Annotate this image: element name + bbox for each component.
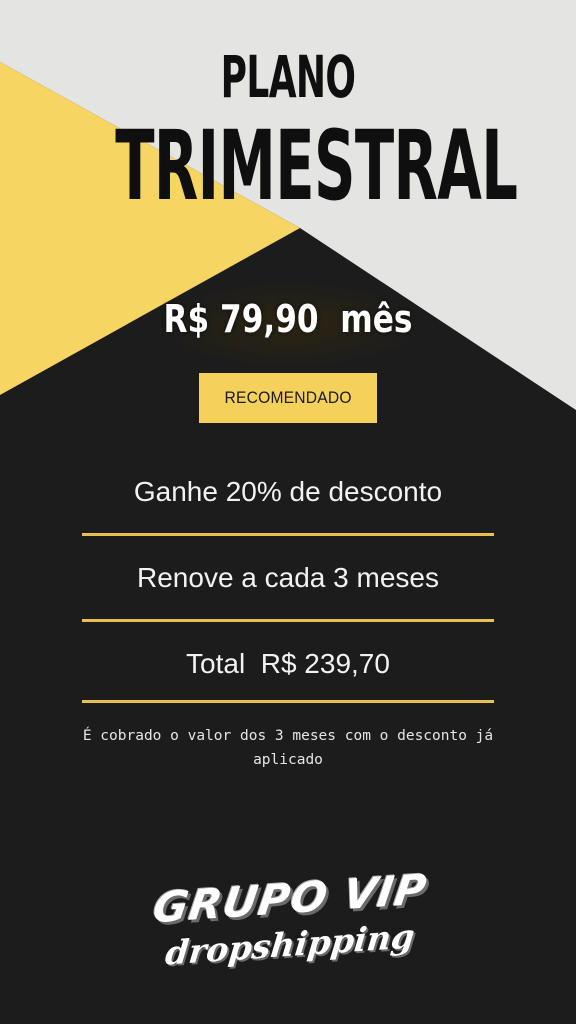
- plan-title-line1: PLANO: [220, 43, 356, 111]
- divider: [82, 700, 494, 703]
- billing-note: É cobrado o valor dos 3 meses com o desc…: [82, 728, 494, 768]
- feature-total: Total R$ 239,70: [186, 648, 390, 679]
- feature-renewal: Renove a cada 3 meses: [137, 562, 439, 593]
- plan-title-line2: TRIMESTRAL: [115, 110, 518, 222]
- divider: [82, 533, 494, 536]
- recommended-badge: RECOMENDADO: [199, 373, 377, 423]
- brand-logo: GRUPO VIP dropshipping: [150, 865, 430, 990]
- recommended-badge-label: RECOMENDADO: [224, 388, 352, 407]
- price-label: R$ 79,90 mês: [163, 297, 413, 341]
- feature-discount: Ganhe 20% de desconto: [133, 476, 443, 507]
- plan-card: PLANO TRIMESTRAL R$ 79,90 mês RECOMENDAD…: [0, 0, 576, 1024]
- divider: [82, 619, 494, 622]
